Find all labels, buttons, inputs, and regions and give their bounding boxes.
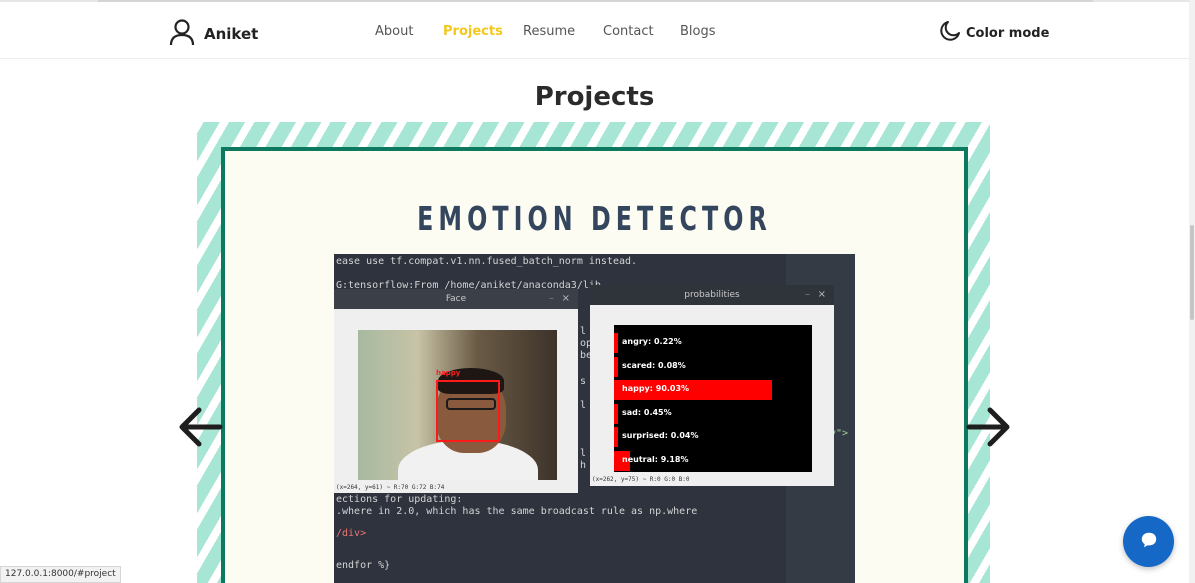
nav-link-about[interactable]: About [375, 24, 413, 39]
face-bounding-box [436, 380, 500, 442]
probability-bar [614, 356, 618, 377]
close-icon[interactable]: × [562, 289, 570, 309]
probability-label: happy: 90.03% [622, 384, 690, 393]
face-coords: (x=264, y=61) ~ R:70 G:72 B:74 [336, 484, 445, 491]
arrow-left-icon [178, 407, 224, 452]
probability-label: surprised: 0.04% [622, 431, 699, 440]
scrollbar-thumb[interactable] [1190, 225, 1194, 320]
probability-row: happy: 90.03% [614, 380, 812, 400]
browser-top-edge [0, 0, 1195, 2]
face-window-titlebar: Face – × [334, 289, 578, 309]
probability-row: scared: 0.08% [614, 356, 812, 377]
brand[interactable]: Aniket [168, 18, 258, 50]
minimize-icon[interactable]: – [549, 289, 554, 309]
nav-link-blogs[interactable]: Blogs [680, 24, 716, 39]
terminal-line: endfor %} [336, 560, 391, 571]
carousel-prev-button[interactable] [178, 406, 224, 448]
probability-label: sad: 0.45% [622, 407, 672, 417]
section-title: Projects [534, 82, 655, 112]
probabilities-chart: angry: 0.22% scared: 0.08% happy: 90.03% sa… [614, 325, 812, 472]
carousel-next-button[interactable] [965, 406, 1011, 448]
arrow-right-icon [965, 407, 1011, 452]
probabilities-window-title: probabilities [684, 290, 740, 300]
terminal-line: h [580, 460, 587, 471]
probability-row: neutral: 9.18% [614, 450, 812, 471]
probability-bar [614, 333, 618, 353]
project-screenshot[interactable]: ease use tf.compat.v1.nn.fused_batch_nor… [334, 254, 855, 583]
nav-link-contact[interactable]: Contact [603, 24, 654, 39]
chat-button[interactable] [1123, 516, 1174, 567]
probability-label: angry: 0.22% [622, 337, 682, 346]
probability-label: neutral: 9.18% [622, 454, 689, 464]
color-mode-toggle[interactable]: Color mode [934, 20, 1049, 46]
probability-row: angry: 0.22% [614, 333, 812, 353]
probability-label: scared: 0.08% [622, 360, 686, 370]
nav-link-resume[interactable]: Resume [523, 24, 575, 39]
brand-name: Aniket [204, 25, 259, 43]
terminal-line: .where in 2.0, which has the same broadc… [336, 506, 698, 517]
user-icon [168, 18, 196, 50]
terminal-line: ections for updating: [336, 494, 463, 505]
browser-top-edge-dark [98, 0, 1093, 2]
probabilities-coords: (x=262, y=75) ~ R:0 G:0 B:0 [592, 476, 690, 483]
terminal-line: s [580, 376, 587, 387]
face-photo: happy [358, 330, 557, 480]
terminal-line: l [580, 400, 587, 411]
color-mode-label: Color mode [966, 25, 1050, 41]
probabilities-window: probabilities – × angry: 0.22% scared: 0.… [590, 285, 834, 486]
minimize-icon[interactable]: – [805, 285, 810, 305]
status-bar-url: 127.0.0.1:8000/#project [0, 566, 121, 583]
probability-row: surprised: 0.04% [614, 427, 812, 447]
face-emotion-tag: happy [436, 369, 461, 377]
project-title: EMOTION DETECTOR [417, 199, 772, 238]
moon-icon [939, 20, 961, 46]
probabilities-window-titlebar: probabilities – × [590, 285, 834, 305]
page-scrollbar[interactable] [1189, 0, 1195, 583]
chat-bubble-icon [1140, 531, 1158, 553]
terminal-line: l [580, 326, 587, 337]
probability-bar [614, 427, 618, 447]
face-window: Face – × happy (x=264, y=61) ~ R:70 G:72… [334, 289, 578, 493]
terminal-line: l [580, 448, 587, 459]
navbar: Aniket About Projects Resume Contact Blo… [0, 4, 1189, 59]
probability-row: sad: 0.45% [614, 403, 812, 424]
probability-bar [614, 403, 618, 424]
terminal-line: ease use tf.compat.v1.nn.fused_batch_nor… [336, 256, 638, 267]
close-icon[interactable]: × [818, 285, 826, 305]
nav-link-projects[interactable]: Projects [443, 24, 503, 39]
terminal-line: /div> [336, 528, 367, 539]
face-window-title: Face [445, 294, 467, 304]
